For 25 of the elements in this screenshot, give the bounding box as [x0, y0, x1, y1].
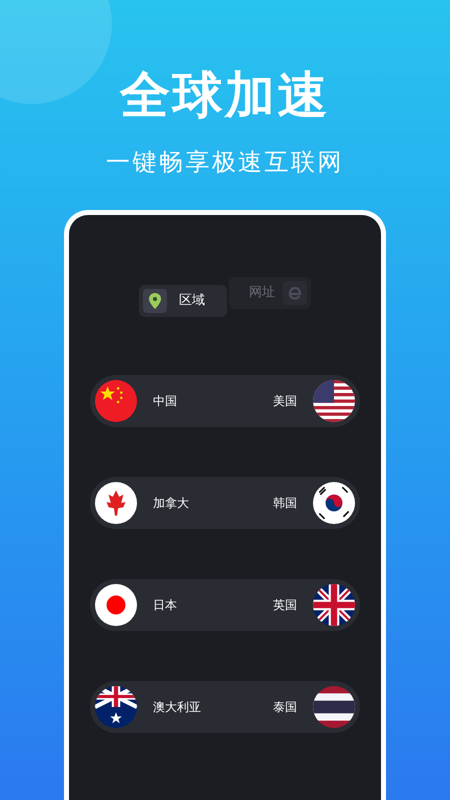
map-pin-icon — [149, 293, 161, 309]
headline: 全球加速 — [120, 70, 330, 120]
maple-leaf-flag-icon — [95, 482, 137, 524]
country-label: 英国 — [273, 597, 297, 614]
route-card[interactable]: 中国 美国 — [90, 375, 360, 427]
striped-flag-icon — [313, 686, 355, 728]
country-label: 加拿大 — [153, 495, 189, 512]
star-flag-icon — [95, 380, 137, 422]
stars-stripes-flag-icon — [313, 380, 355, 422]
country-label: 中国 — [153, 393, 177, 410]
browser-e-icon — [287, 285, 303, 301]
route-card[interactable]: 澳大利亚 泰国 — [90, 681, 360, 733]
subtitle: 一键畅享极速互联网 — [106, 147, 344, 178]
taegeuk-flag-icon — [313, 482, 355, 524]
tab[interactable]: 区域 — [139, 285, 227, 317]
country-label: 韩国 — [273, 495, 297, 512]
union-jack-flag-icon — [313, 584, 355, 626]
union-jack-star-flag-icon — [95, 686, 137, 728]
country-label: 日本 — [153, 597, 177, 614]
country-label: 美国 — [273, 393, 297, 410]
circle-flag-icon — [95, 584, 137, 626]
route-card[interactable]: 日本 英国 — [90, 579, 360, 631]
country-label: 泰国 — [273, 699, 297, 716]
country-label: 澳大利亚 — [153, 699, 201, 716]
route-card[interactable]: 加拿大 韩国 — [90, 477, 360, 529]
